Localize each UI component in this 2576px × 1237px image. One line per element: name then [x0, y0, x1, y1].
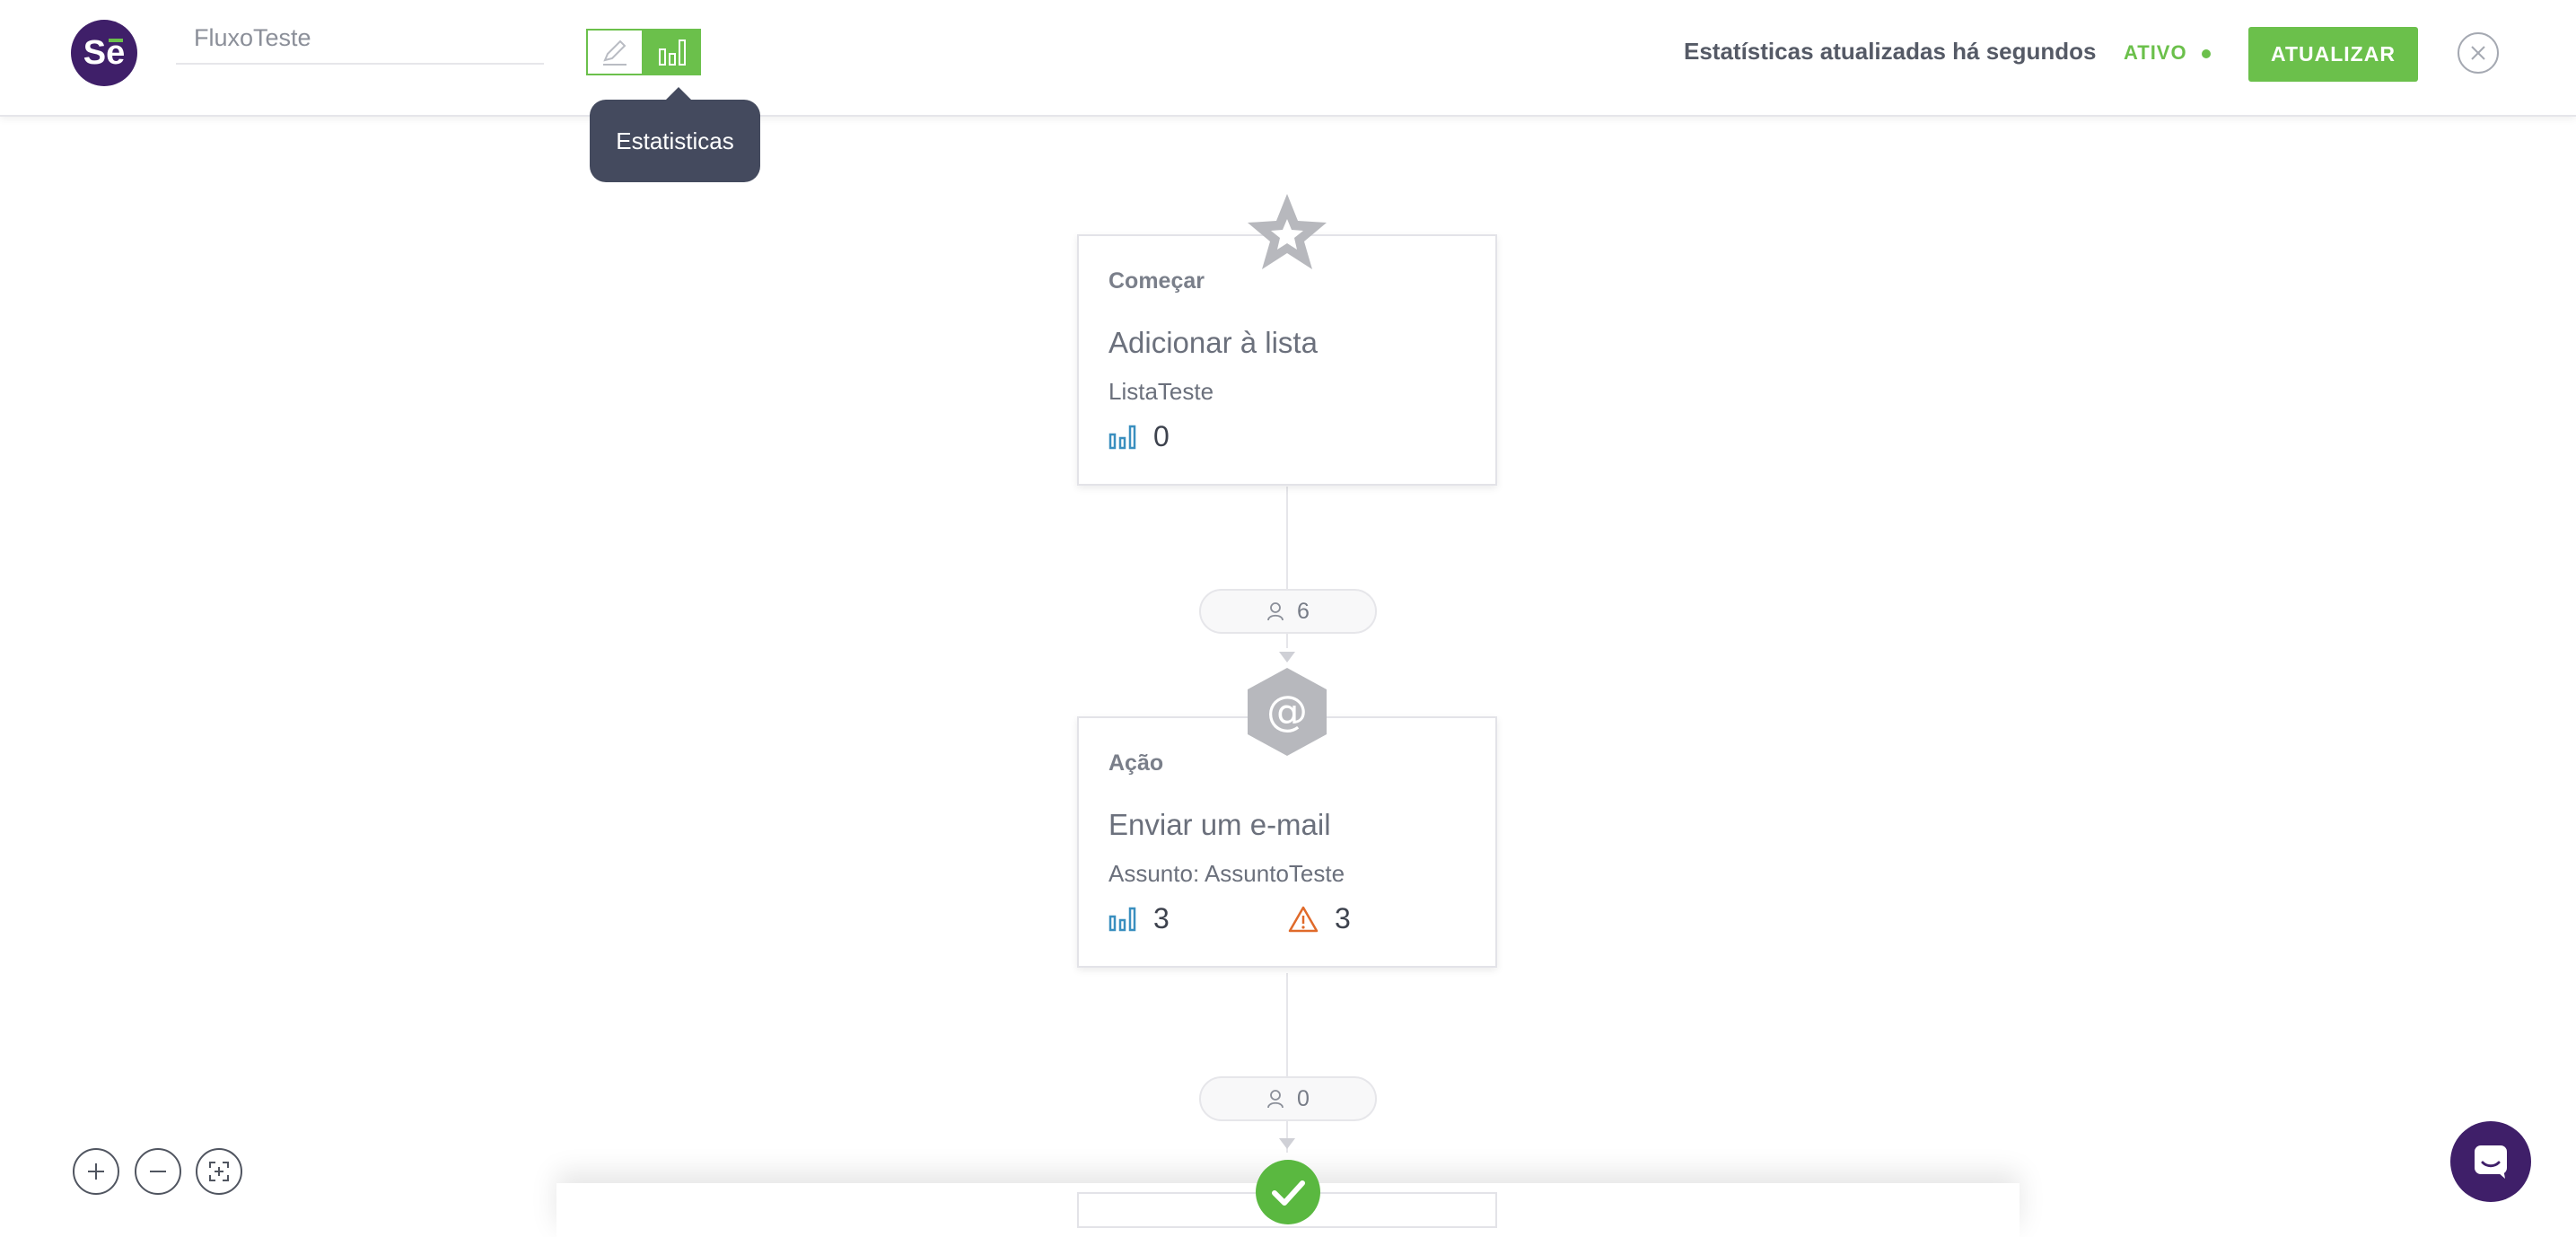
- connector-line: [1286, 973, 1288, 1153]
- stat-value: 3: [1153, 902, 1170, 934]
- node-stat-errors: 3: [1288, 902, 1351, 935]
- node-stat-sent: 0: [1108, 420, 1170, 453]
- node-subtitle: Assunto: AssuntoTeste: [1108, 860, 1345, 887]
- zoom-out-icon: [150, 1171, 166, 1172]
- pencil-icon: [603, 39, 626, 66]
- bar-chart-icon: [1108, 425, 1136, 449]
- bar-chart-icon: [1108, 907, 1136, 931]
- node-stat-sent: 3: [1108, 902, 1170, 935]
- fit-screen-button[interactable]: [196, 1148, 242, 1195]
- contact-count: 6: [1297, 598, 1310, 624]
- node-title: Enviar um e-mail: [1108, 808, 1331, 841]
- mode-toggle: [586, 29, 701, 79]
- flow-node-start[interactable]: Começar Adicionar à lista ListaTeste 0: [1077, 234, 1497, 486]
- node-type: Começar: [1108, 268, 1205, 294]
- close-button[interactable]: [2458, 32, 2499, 74]
- contact-count-pill[interactable]: 0: [1199, 1076, 1377, 1121]
- stats-updated-text: Estatísticas atualizadas há segundos: [1684, 38, 2097, 65]
- contact-count: 0: [1297, 1085, 1310, 1111]
- chat-button[interactable]: [2450, 1121, 2531, 1202]
- zoom-out-button[interactable]: [135, 1148, 181, 1195]
- flow-name-value: FluxoTeste: [194, 24, 311, 51]
- chat-icon: [2475, 1145, 2507, 1179]
- status-dot: [2202, 49, 2211, 58]
- check-icon: [1256, 1160, 1320, 1224]
- user-icon: [1267, 1090, 1284, 1109]
- contact-count-pill[interactable]: 6: [1199, 589, 1377, 634]
- bar-chart-icon: [659, 39, 686, 66]
- node-subtitle: ListaTeste: [1108, 378, 1214, 405]
- stat-value: 0: [1153, 420, 1170, 452]
- edit-mode-button[interactable]: [586, 29, 644, 75]
- svg-text:@: @: [1266, 687, 1308, 735]
- stats-mode-button[interactable]: [644, 29, 701, 75]
- stats-tooltip: Estatisticas: [590, 87, 760, 182]
- status-badge: ATIVO: [2124, 41, 2187, 64]
- stat-value: 3: [1335, 902, 1351, 934]
- connector-arrow: [1279, 652, 1295, 662]
- close-icon: [2471, 46, 2485, 60]
- node-type: Ação: [1108, 750, 1164, 776]
- connector-arrow: [1279, 1138, 1295, 1149]
- warning-icon: [1288, 906, 1319, 932]
- zoom-in-icon: [88, 1163, 104, 1180]
- fit-screen-icon: [209, 1162, 229, 1181]
- update-button[interactable]: ATUALIZAR: [2248, 27, 2418, 82]
- star-icon: [1248, 194, 1327, 269]
- at-sign-icon: @: [1248, 668, 1327, 756]
- user-icon: [1267, 602, 1284, 621]
- top-bar: Se FluxoTeste Estatísticas atualizadas h…: [0, 0, 2576, 117]
- zoom-in-button[interactable]: [73, 1148, 119, 1195]
- app-logo[interactable]: Se: [71, 20, 137, 86]
- node-title: Adicionar à lista: [1108, 326, 1318, 359]
- flow-name-input[interactable]: FluxoTeste: [176, 18, 544, 65]
